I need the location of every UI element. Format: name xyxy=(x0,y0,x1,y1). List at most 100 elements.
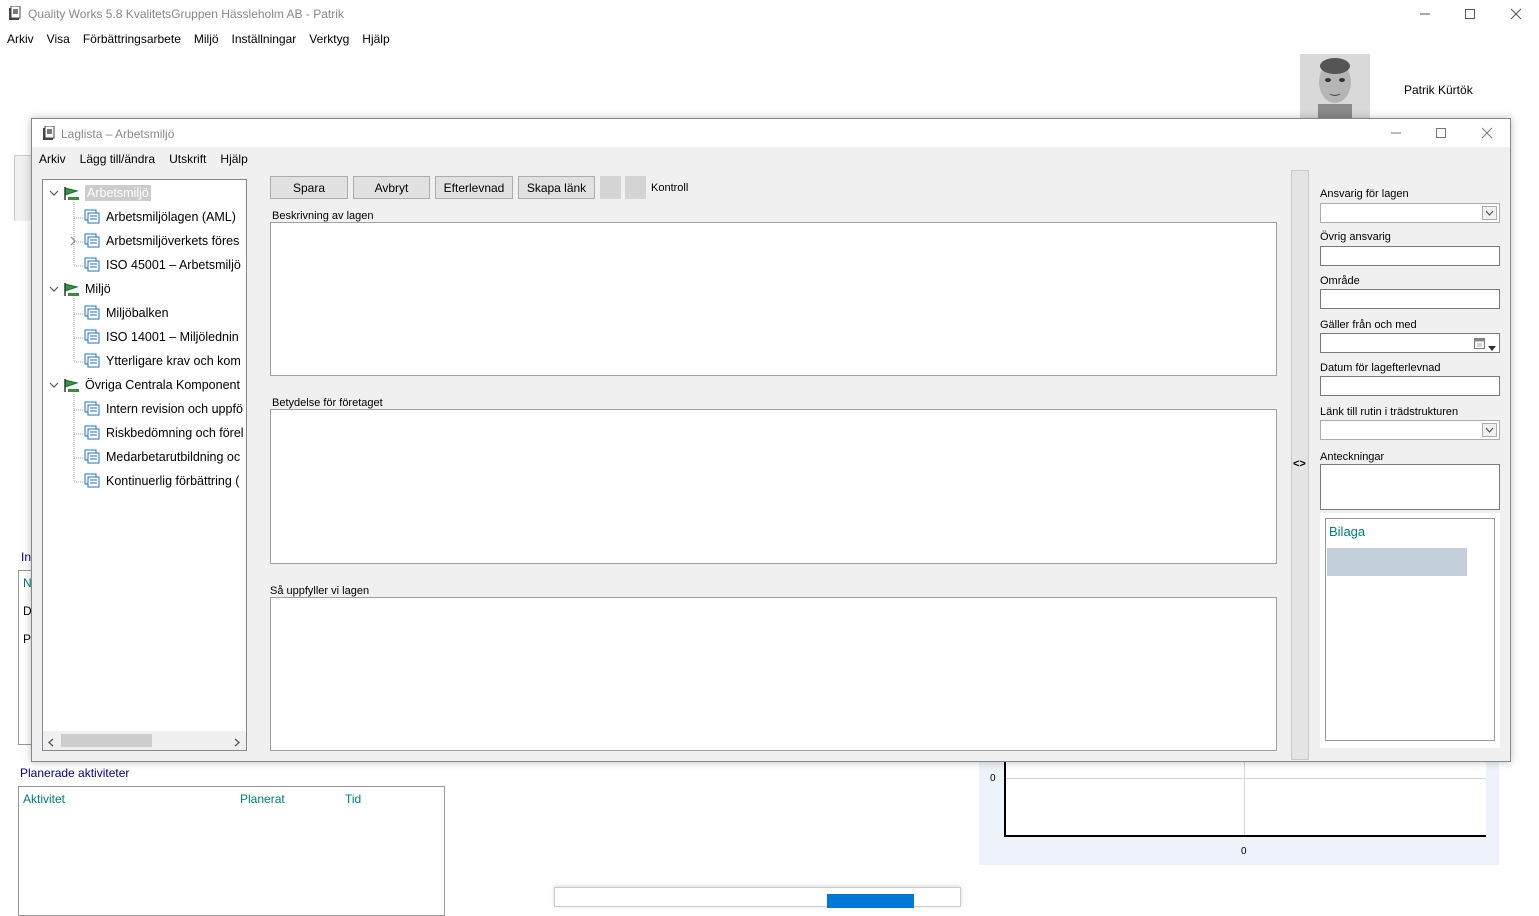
description-label: Beskrivning av lagen xyxy=(272,210,374,222)
fulfillment-label: Så uppfyller vi lagen xyxy=(270,585,370,597)
dialog-maximize-button[interactable] xyxy=(1418,119,1464,147)
tree-node-label[interactable]: ISO 45001 – Arbetsmiljö xyxy=(106,258,241,272)
scrollbar-thumb[interactable] xyxy=(61,734,152,747)
tree-node-ovriga-komponenter[interactable]: Övriga Centrala Komponent xyxy=(48,373,240,397)
attachment-list[interactable]: Bilaga xyxy=(1325,518,1495,741)
tree-node-label[interactable]: Arbetsmiljö xyxy=(85,185,151,201)
attachment-selected-row[interactable] xyxy=(1327,548,1467,576)
fulfillment-textarea[interactable] xyxy=(270,597,1277,751)
dialog-close-button[interactable] xyxy=(1464,119,1510,147)
menu-miljo[interactable]: Miljö xyxy=(194,32,219,48)
tree-node-label[interactable]: Medarbetarutbildning oc xyxy=(106,450,240,464)
area-label: Område xyxy=(1320,275,1360,287)
chevron-down-icon[interactable] xyxy=(1482,206,1497,220)
notes-textarea[interactable] xyxy=(1320,464,1500,510)
compliance-date-label: Datum för lagefterlevnad xyxy=(1320,362,1441,374)
chevron-down-icon[interactable] xyxy=(48,380,60,390)
scroll-right-arrow-icon[interactable] xyxy=(233,736,241,750)
tree-node-riskbedomning[interactable]: Riskbedömning och förel xyxy=(84,421,244,445)
menu-installningar[interactable]: Inställningar xyxy=(232,32,297,48)
tree-node-label[interactable]: Arbetsmiljöverkets föres xyxy=(106,234,239,248)
column-header-aktivitet[interactable]: Aktivitet xyxy=(23,792,65,806)
other-responsible-field[interactable] xyxy=(1320,246,1500,266)
chevron-down-icon[interactable] xyxy=(1482,423,1497,437)
folder-flag-icon xyxy=(63,377,81,393)
menu-visa[interactable]: Visa xyxy=(47,32,70,48)
responsible-dropdown[interactable] xyxy=(1320,203,1500,223)
save-button[interactable]: Spara xyxy=(270,176,348,199)
calendar-icon[interactable] xyxy=(1474,337,1485,352)
dialog-menu-arkiv[interactable]: Arkiv xyxy=(39,152,66,168)
document-icon xyxy=(84,233,102,249)
chevron-down-icon[interactable] xyxy=(48,188,60,198)
document-icon xyxy=(84,329,102,345)
responsible-label: Ansvarig för lagen xyxy=(1320,188,1409,200)
blank-toolbar-button-1[interactable] xyxy=(600,176,621,199)
bottom-popup xyxy=(554,887,961,908)
tree-node-aml[interactable]: Arbetsmiljölagen (AML) xyxy=(84,205,236,229)
menu-hjalp[interactable]: Hjälp xyxy=(362,32,389,48)
tree-node-label[interactable]: Miljöbalken xyxy=(106,306,169,320)
tree-node-label[interactable]: Ytterligare krav och kom xyxy=(106,354,241,368)
tree-node-miljobalken[interactable]: Miljöbalken xyxy=(84,301,169,325)
compliance-date-field[interactable] xyxy=(1320,376,1500,396)
document-icon xyxy=(84,401,102,417)
document-icon xyxy=(84,353,102,369)
tree-node-label[interactable]: Kontinuerlig förbättring ( xyxy=(106,474,239,488)
chevron-down-icon[interactable] xyxy=(1488,340,1496,354)
dialog-menu-utskrift[interactable]: Utskrift xyxy=(169,152,206,168)
folder-flag-icon xyxy=(63,281,81,297)
main-title-bar: Quality Works 5.8 KvalitetsGruppen Hässl… xyxy=(0,0,1539,28)
dialog-minimize-button[interactable] xyxy=(1373,119,1419,147)
tree-node-kontinuerlig-forbattring[interactable]: Kontinuerlig förbättring ( xyxy=(84,469,239,493)
area-field[interactable] xyxy=(1320,289,1500,309)
dialog-menu-hjalp[interactable]: Hjälp xyxy=(220,152,247,168)
create-link-button[interactable]: Skapa länk xyxy=(518,176,595,199)
dialog-title: Laglista – Arbetsmiljö xyxy=(61,127,175,141)
close-button[interactable] xyxy=(1493,0,1539,28)
menu-arkiv[interactable]: Arkiv xyxy=(7,32,34,48)
description-textarea[interactable] xyxy=(270,222,1277,376)
tree-node-iso14001[interactable]: ISO 14001 – Miljölednin xyxy=(84,325,239,349)
user-name: Patrik Kürtök xyxy=(1404,83,1473,97)
tree-node-arbetsmiljo[interactable]: Arbetsmiljö xyxy=(48,181,151,205)
background-list xyxy=(18,570,32,745)
planned-activities-list[interactable]: Aktivitet Planerat Tid xyxy=(18,786,445,916)
menu-verktyg[interactable]: Verktyg xyxy=(309,32,349,48)
tree-node-label[interactable]: Riskbedömning och förel xyxy=(106,426,244,440)
panel-splitter[interactable]: <> xyxy=(1291,170,1309,760)
tree-node-arbetsmiljoverkets[interactable]: Arbetsmiljöverkets föres xyxy=(67,229,239,253)
scroll-left-arrow-icon[interactable] xyxy=(47,736,55,750)
app-icon xyxy=(8,5,21,21)
column-header-tid[interactable]: Tid xyxy=(345,792,361,806)
tree-node-intern-revision[interactable]: Intern revision och uppfö xyxy=(84,397,243,421)
tree-node-medarbetarutbildning[interactable]: Medarbetarutbildning oc xyxy=(84,445,240,469)
dialog-menu-lagg-till[interactable]: Lägg till/ändra xyxy=(80,152,155,168)
tree-node-ytterligare-krav[interactable]: Ytterligare krav och kom xyxy=(84,349,241,373)
chevron-down-icon[interactable] xyxy=(48,284,60,294)
minimize-button[interactable] xyxy=(1402,0,1448,28)
blank-toolbar-button-2[interactable] xyxy=(625,176,646,199)
chevron-right-icon[interactable] xyxy=(67,236,79,246)
tree-node-label[interactable]: Intern revision och uppfö xyxy=(106,402,243,416)
tree-node-label[interactable]: Miljö xyxy=(85,282,111,296)
menu-forbattringsarbete[interactable]: Förbättringsarbete xyxy=(83,32,181,48)
tree-node-iso45001[interactable]: ISO 45001 – Arbetsmiljö xyxy=(84,253,241,277)
link-routine-dropdown[interactable] xyxy=(1320,420,1500,440)
tree-horizontal-scrollbar[interactable] xyxy=(43,731,246,750)
document-icon xyxy=(84,209,102,225)
compliance-button[interactable]: Efterlevnad xyxy=(435,176,513,199)
maximize-button[interactable] xyxy=(1447,0,1493,28)
splitter-toggle[interactable]: <> xyxy=(1293,458,1306,470)
tree-node-label[interactable]: Övriga Centrala Komponent xyxy=(85,378,240,392)
tree-node-miljo[interactable]: Miljö xyxy=(48,277,111,301)
valid-from-datepicker[interactable] xyxy=(1320,333,1500,353)
chart-gridline-v xyxy=(1244,762,1245,835)
document-icon xyxy=(84,305,102,321)
bottom-popup-button[interactable] xyxy=(827,894,914,908)
tree-node-label[interactable]: ISO 14001 – Miljölednin xyxy=(106,330,239,344)
column-header-planerat[interactable]: Planerat xyxy=(240,792,285,806)
significance-textarea[interactable] xyxy=(270,409,1277,564)
cancel-button[interactable]: Avbryt xyxy=(353,176,430,199)
tree-node-label[interactable]: Arbetsmiljölagen (AML) xyxy=(106,210,236,224)
